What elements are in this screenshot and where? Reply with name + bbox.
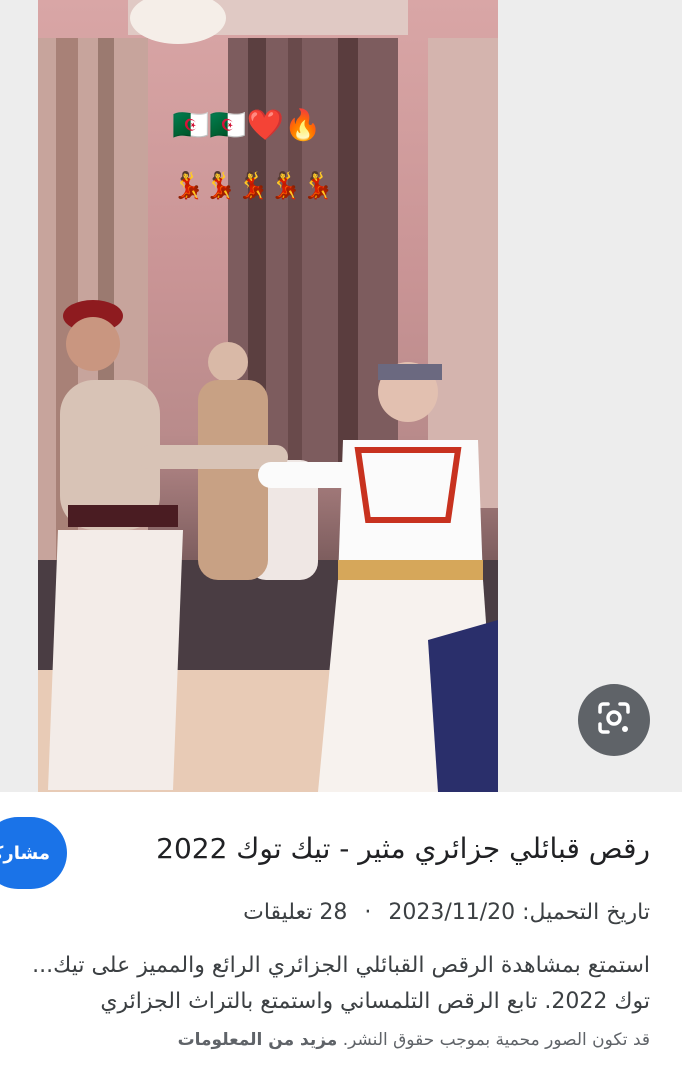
description-line-1: استمتع بمشاهدة الرقص القبائلي الجزائري ا… bbox=[32, 953, 650, 978]
emoji-row-flags: 🇩🇿🇩🇿❤️🔥 bbox=[172, 108, 322, 143]
image-viewer: 🇩🇿🇩🇿❤️🔥 💃💃💃💃💃 bbox=[0, 0, 682, 792]
emoji-row-dancers: 💃💃💃💃💃 bbox=[172, 171, 334, 201]
meta-separator: · bbox=[364, 900, 372, 925]
comments-count: 28 تعليقات bbox=[243, 900, 348, 925]
upload-date: 2023/11/20 bbox=[388, 900, 516, 925]
share-button-label: مشاركة bbox=[0, 842, 50, 864]
result-photo[interactable]: 🇩🇿🇩🇿❤️🔥 💃💃💃💃💃 bbox=[38, 0, 498, 792]
upload-label: تاريخ التحميل: bbox=[522, 900, 650, 925]
page: 🇩🇿🇩🇿❤️🔥 💃💃💃💃💃 مشاركة رقص قبائلي جزائري م… bbox=[0, 0, 682, 1087]
result-meta: تاريخ التحميل: 2023/11/20 · 28 تعليقات bbox=[50, 900, 650, 925]
more-info-link[interactable]: مزيد من المعلومات bbox=[178, 1030, 338, 1050]
copyright-notice-row: قد تكون الصور محمية بموجب حقوق النشر. مز… bbox=[30, 1030, 650, 1050]
result-title[interactable]: رقص قبائلي جزائري مثير - تيك توك 2022 bbox=[130, 832, 650, 865]
description-line-2: توك 2022. تابع الرقص التلمساني واستمتع ب… bbox=[100, 989, 650, 1014]
visual-search-button[interactable] bbox=[578, 684, 650, 756]
copyright-notice: قد تكون الصور محمية بموجب حقوق النشر. bbox=[342, 1030, 650, 1050]
result-description: استمتع بمشاهدة الرقص القبائلي الجزائري ا… bbox=[30, 948, 650, 1020]
camera-search-icon bbox=[594, 698, 634, 742]
